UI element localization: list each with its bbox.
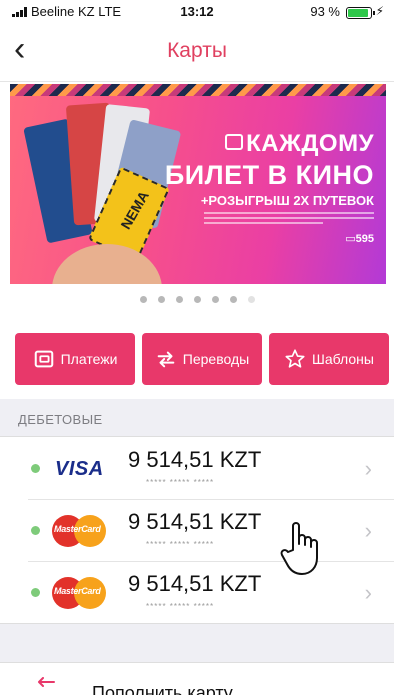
carousel-dot[interactable] [157,296,165,303]
card-number: ***** ***** ***** [146,478,215,487]
chevron-right-icon: › [364,518,372,543]
mastercard-logo-icon: MasterCard [52,577,106,609]
card-list: VISA 9 514,51 KZT ***** ***** ***** › Ma… [0,436,394,624]
transfers-label: Переводы [182,351,250,367]
mastercard-logo-text: MasterCard [54,586,101,596]
banner-stripe [10,84,386,96]
top-up-arrows-icon [38,677,55,687]
card-number: ***** ***** ***** [146,540,215,549]
promo-banner[interactable]: NEMA КАЖДОМУ БИЛЕТ В КИНО +РОЗЫГРЫШ 2Х П… [10,84,386,284]
chevron-right-icon: › [364,456,372,481]
carousel-dot[interactable] [247,296,255,303]
battery-icon [346,7,375,19]
hand-image [52,244,162,284]
carousel-dot[interactable] [229,296,237,303]
transfers-button[interactable]: Переводы [142,333,262,385]
star-icon [285,349,305,368]
transfer-arrows-icon [157,351,175,368]
banner-headline-1: КАЖДОМУ [225,130,374,158]
card-row-mastercard[interactable]: MasterCard 9 514,51 KZT ***** ***** ****… [0,561,394,623]
card-icon [225,134,244,150]
banner-headline-2: БИЛЕТ В КИНО [164,160,374,190]
status-bar: Beeline KZ LTE 13:12 93 % ⚡ [0,0,394,24]
card-balance: 9 514,51 KZT [128,509,262,534]
visa-logo-icon: VISA [55,458,104,480]
section-title: ДЕБЕТОВЫЕ [18,412,103,427]
action-buttons: Платежи Переводы Шаблоны [15,333,389,385]
card-balance: 9 514,51 KZT [128,447,262,472]
mastercard-logo-icon: MasterCard [52,515,106,547]
card-row-visa[interactable]: VISA 9 514,51 KZT ***** ***** ***** › [0,437,394,499]
payments-button[interactable]: Платежи [15,333,135,385]
banner-code: ▭595 [345,233,374,245]
battery-percent: 93 % [310,4,340,19]
carousel-dot[interactable] [175,296,183,303]
status-dot [31,588,40,597]
hand-cursor-icon [280,522,318,575]
card-balance: 9 514,51 KZT [128,571,262,596]
carousel-indicator[interactable] [0,296,394,303]
top-up-label: Пополнить карту [92,683,233,695]
mastercard-logo-text: MasterCard [54,524,101,534]
page-title: Карты [167,39,227,62]
templates-button[interactable]: Шаблоны [269,333,389,385]
top-up-row[interactable]: Пополнить карту [0,662,394,695]
payments-label: Платежи [60,351,118,367]
card-row-mastercard[interactable]: MasterCard 9 514,51 KZT ***** ***** ****… [0,499,394,561]
bolt-icon: ⚡ [375,4,384,18]
nav-bar: ‹ Карты [0,24,394,82]
chevron-right-icon: › [364,580,372,605]
carousel-dot[interactable] [211,296,219,303]
carousel-dot[interactable] [139,296,147,303]
status-dot [31,464,40,473]
wallet-icon [34,350,53,368]
card-icon: ▭ [345,233,356,245]
status-dot [31,526,40,535]
banner-headline-3: +РОЗЫГРЫШ 2Х ПУТЕВОК [200,193,374,208]
templates-label: Шаблоны [312,351,374,367]
banner-fine-print [204,212,374,228]
card-number: ***** ***** ***** [146,602,215,611]
carousel-dot[interactable] [193,296,201,303]
